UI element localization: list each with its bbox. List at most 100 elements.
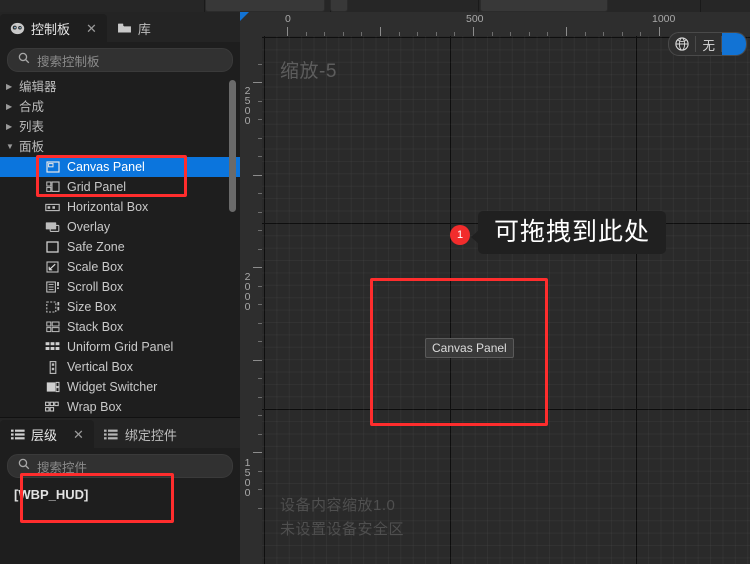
preview-accent-button[interactable] <box>722 33 746 55</box>
hierarchy-search-placeholder: 搜索控件 <box>37 460 88 475</box>
list-icon <box>10 427 25 442</box>
chevron-right-icon[interactable]: ▶ <box>6 83 19 91</box>
globe-icon[interactable] <box>669 33 695 55</box>
palette-item-label: Size Box <box>67 299 117 314</box>
overlay-icon <box>44 221 61 234</box>
chevron-right-icon[interactable]: ▶ <box>6 123 19 131</box>
zoom-level-label: 缩放-5 <box>280 61 337 82</box>
palette-item-size-box[interactable]: Size Box <box>0 297 240 317</box>
callout-tooltip: 可拖拽到此处 <box>470 211 667 254</box>
chevron-right-icon[interactable]: ▶ <box>6 103 19 111</box>
scale-box-icon <box>44 261 61 274</box>
palette-item-label: Safe Zone <box>67 239 125 254</box>
preview-mode-label[interactable]: 无 <box>696 33 721 55</box>
palette-item-label: Vertical Box <box>67 359 134 374</box>
left-dock: 控制板 ✕ 库 搜索控制板 ▶ 编辑器 ▶ 合成 ▶ 列表 ▼ 面板 Canva… <box>0 0 240 564</box>
tab-close-icon[interactable]: ✕ <box>73 428 84 441</box>
palette-item-label: Horizontal Box <box>67 199 149 214</box>
hierarchy-search-wrap: 搜索控件 <box>0 448 240 483</box>
palette-item-label: Scale Box <box>67 259 124 274</box>
callout-text: 可拖拽到此处 <box>494 218 651 246</box>
vertical-ruler: 2500 2000 1500 <box>240 12 262 564</box>
palette-item-canvas-panel[interactable]: Canvas Panel <box>0 157 240 177</box>
preview-mode-controls[interactable]: 无 <box>668 32 747 56</box>
corner-marker-icon <box>240 12 249 21</box>
horizontal-box-icon <box>44 201 61 214</box>
tab-label: 层级 <box>31 427 58 443</box>
palette-item-label: Stack Box <box>67 319 124 334</box>
palette-item-safe-zone[interactable]: Safe Zone <box>0 237 240 257</box>
toolbar-button-1[interactable] <box>330 0 348 12</box>
chevron-down-icon[interactable]: ▼ <box>6 143 19 151</box>
designer-viewport[interactable]: 0 500 1000 2500 2000 1500 缩放-5 设备内容缩放1.0… <box>240 0 750 564</box>
tab-close-icon[interactable]: ✕ <box>86 22 97 35</box>
palette-icon <box>10 21 25 36</box>
category-label: 面板 <box>19 139 45 154</box>
hierarchy-dock: 层级 ✕ 绑定控件 搜索控件 [WBP_HUD] <box>0 417 240 564</box>
palette-item-widget-switcher[interactable]: Widget Switcher <box>0 377 240 397</box>
category-row[interactable]: ▶ 合成 <box>0 97 240 117</box>
palette-item-scale-box[interactable]: Scale Box <box>0 257 240 277</box>
folder-icon <box>117 21 132 36</box>
top-toolbar-strip <box>0 0 750 12</box>
callout-badge: 1 <box>450 225 470 245</box>
hierarchy-search-input[interactable]: 搜索控件 <box>7 454 233 478</box>
safe-zone-note: 未设置设备安全区 <box>280 521 405 538</box>
category-label: 列表 <box>19 119 45 134</box>
category-row[interactable]: ▶ 编辑器 <box>0 77 240 97</box>
ruler-corner <box>240 12 262 36</box>
tab-label: 绑定控件 <box>124 427 177 443</box>
category-row-panels[interactable]: ▼ 面板 <box>0 137 240 157</box>
ruler-label-h: 0 <box>285 13 291 25</box>
palette-list[interactable]: ▶ 编辑器 ▶ 合成 ▶ 列表 ▼ 面板 Canvas Panel Grid P… <box>0 77 240 417</box>
palette-item-grid-panel[interactable]: Grid Panel <box>0 177 240 197</box>
palette-item-label: Scroll Box <box>67 279 124 294</box>
palette-item-wrap-box[interactable]: Wrap Box <box>0 397 240 417</box>
uniform-grid-panel-icon <box>44 341 61 354</box>
scroll-box-icon <box>44 281 61 294</box>
palette-item-label: Uniform Grid Panel <box>67 339 174 354</box>
hierarchy-tab-bar: 层级 ✕ 绑定控件 <box>0 418 240 448</box>
hierarchy-root-item[interactable]: [WBP_HUD] <box>0 483 240 502</box>
palette-item-uniform-grid-panel[interactable]: Uniform Grid Panel <box>0 337 240 357</box>
palette-item-vertical-box[interactable]: Vertical Box <box>0 357 240 377</box>
palette-item-label: Overlay <box>67 219 111 234</box>
category-label: 合成 <box>19 99 45 114</box>
design-surface[interactable]: 缩放-5 设备内容缩放1.0 未设置设备安全区 <box>262 36 750 564</box>
palette-search-input[interactable]: 搜索控制板 <box>7 48 233 72</box>
widget-hover-label: Canvas Panel <box>425 338 514 358</box>
palette-scrollbar[interactable] <box>229 80 236 212</box>
palette-item-overlay[interactable]: Overlay <box>0 217 240 237</box>
hierarchy-tree[interactable]: [WBP_HUD] <box>0 483 240 564</box>
tab-palette[interactable]: 控制板 ✕ <box>0 14 107 42</box>
palette-item-horizontal-box[interactable]: Horizontal Box <box>0 197 240 217</box>
tab-label: 库 <box>137 21 151 37</box>
toolbar-field-2[interactable] <box>480 0 608 12</box>
device-scale-note: 设备内容缩放1.0 <box>280 497 396 514</box>
tab-library[interactable]: 库 <box>107 14 161 42</box>
palette-item-label: Grid Panel <box>67 179 127 194</box>
palette-search-placeholder: 搜索控制板 <box>37 54 100 69</box>
palette-item-label: Widget Switcher <box>67 379 158 394</box>
ruler-label-v: 2500 <box>244 85 251 127</box>
wrap-box-icon <box>44 401 61 414</box>
palette-item-scroll-box[interactable]: Scroll Box <box>0 277 240 297</box>
search-icon <box>18 457 30 475</box>
toolbar-field-1[interactable] <box>205 0 325 12</box>
palette-item-stack-box[interactable]: Stack Box <box>0 317 240 337</box>
grid-panel-icon <box>44 181 61 194</box>
tab-hierarchy[interactable]: 层级 ✕ <box>0 420 94 448</box>
tab-label: 控制板 <box>31 21 71 37</box>
category-row[interactable]: ▶ 列表 <box>0 117 240 137</box>
tab-bound-widgets[interactable]: 绑定控件 <box>94 420 187 448</box>
vertical-box-icon <box>44 360 61 374</box>
palette-item-label: Canvas Panel <box>67 159 145 174</box>
palette-item-label: Wrap Box <box>67 399 122 414</box>
design-grid <box>262 36 750 564</box>
editor-window: 控制板 ✕ 库 搜索控制板 ▶ 编辑器 ▶ 合成 ▶ 列表 ▼ 面板 Canva… <box>0 0 750 564</box>
safe-zone-icon <box>44 241 61 254</box>
ruler-label-h: 500 <box>466 13 484 25</box>
canvas-panel-icon <box>44 161 61 174</box>
palette-search-wrap: 搜索控制板 <box>0 42 240 77</box>
widget-switcher-icon <box>44 381 61 394</box>
